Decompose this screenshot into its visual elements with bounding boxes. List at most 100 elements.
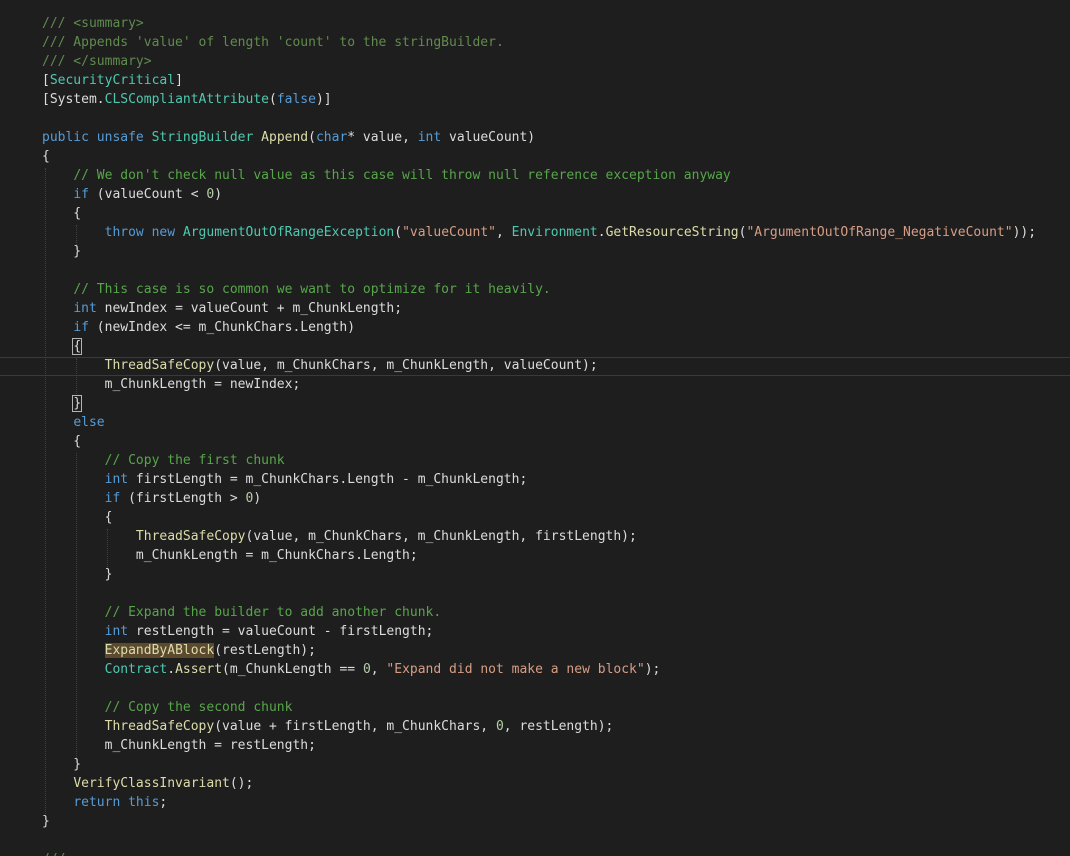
code-text: ]: [175, 73, 183, 88]
code-text: firstLength = m_ChunkChars.Length - m_Ch…: [128, 472, 528, 487]
code-line[interactable]: ExpandByABlock(restLength);: [42, 641, 1062, 660]
code-line[interactable]: if (firstLength > 0): [42, 489, 1062, 508]
code-line[interactable]: int firstLength = m_ChunkChars.Length - …: [42, 470, 1062, 489]
code-line[interactable]: ThreadSafeCopy(value, m_ChunkChars, m_Ch…: [42, 527, 1062, 546]
code-method-name: VerifyClassInvariant: [73, 776, 230, 791]
code-string: "Expand did not make a new block": [386, 662, 645, 677]
code-text: m_ChunkLength = newIndex;: [42, 377, 301, 392]
code-line[interactable]: if (valueCount < 0): [42, 185, 1062, 204]
code-line[interactable]: m_ChunkLength = newIndex;: [42, 375, 1062, 394]
code-line[interactable]: [SecurityCritical]: [42, 71, 1062, 90]
code-line[interactable]: throw new ArgumentOutOfRangeException("v…: [42, 223, 1062, 242]
highlighted-reference: ExpandByABlock: [104, 643, 215, 658]
code-text: );: [644, 662, 661, 677]
code-number: 0: [495, 719, 504, 734]
code-line[interactable]: // Copy the second chunk: [42, 698, 1062, 717]
code-keyword: this: [128, 795, 160, 810]
code-line[interactable]: {: [42, 337, 1062, 356]
code-line[interactable]: }: [42, 242, 1062, 261]
code-text: ();: [229, 776, 254, 791]
code-text: .: [597, 225, 606, 240]
code-method-name: Append: [261, 130, 309, 145]
code-line[interactable]: [System.CLSCompliantAttribute(false)]: [42, 90, 1062, 109]
code-line[interactable]: ThreadSafeCopy(value + firstLength, m_Ch…: [42, 717, 1062, 736]
code-line[interactable]: [42, 261, 1062, 280]
code-keyword: int: [73, 301, 97, 316]
code-line[interactable]: // We don't check null value as this cas…: [42, 166, 1062, 185]
code-doc-comment: /// </summary>: [42, 54, 152, 69]
code-line[interactable]: ///: [42, 850, 1062, 856]
code-line[interactable]: int restLength = valueCount - firstLengt…: [42, 622, 1062, 641]
code-line[interactable]: }: [42, 755, 1062, 774]
code-line[interactable]: ThreadSafeCopy(value, m_ChunkChars, m_Ch…: [42, 356, 1062, 375]
code-text: (value, m_ChunkChars, m_ChunkLength, fir…: [245, 529, 637, 544]
code-text: (restLength);: [214, 643, 316, 658]
code-text: (: [394, 225, 403, 240]
code-method-name: Assert: [175, 662, 223, 677]
code-line[interactable]: return this;: [42, 793, 1062, 812]
code-text: )]: [315, 92, 332, 107]
code-line[interactable]: m_ChunkLength = restLength;: [42, 736, 1062, 755]
code-text: ;: [159, 795, 168, 810]
code-text: (m_ChunkLength ==: [222, 662, 363, 677]
code-type-name: Environment: [511, 225, 598, 240]
code-line[interactable]: /// Appends 'value' of length 'count' to…: [42, 33, 1062, 52]
code-text: ): [214, 187, 223, 202]
code-line[interactable]: // Expand the builder to add another chu…: [42, 603, 1062, 622]
code-keyword: int: [104, 472, 129, 487]
code-keyword: int: [417, 130, 442, 145]
code-text: {: [42, 510, 113, 525]
code-line[interactable]: }: [42, 565, 1062, 584]
code-line[interactable]: public unsafe StringBuilder Append(char*…: [42, 128, 1062, 147]
code-keyword: return: [73, 795, 121, 810]
code-line[interactable]: int newIndex = valueCount + m_ChunkLengt…: [42, 299, 1062, 318]
code-text: restLength = valueCount - firstLength;: [128, 624, 434, 639]
code-line[interactable]: {: [42, 204, 1062, 223]
code-line[interactable]: VerifyClassInvariant();: [42, 774, 1062, 793]
code-line[interactable]: [42, 831, 1062, 850]
code-line[interactable]: [42, 109, 1062, 128]
code-text: .: [96, 92, 105, 107]
code-line[interactable]: // This case is so common we want to opt…: [42, 280, 1062, 299]
code-line[interactable]: {: [42, 508, 1062, 527]
code-line[interactable]: Contract.Assert(m_ChunkLength == 0, "Exp…: [42, 660, 1062, 679]
code-text: .: [167, 662, 176, 677]
code-line[interactable]: /// <summary>: [42, 14, 1062, 33]
code-line[interactable]: }: [42, 394, 1062, 413]
code-editor[interactable]: /// <summary> /// Appends 'value' of leng…: [0, 0, 1070, 856]
code-text: (value, m_ChunkChars, m_ChunkLength, val…: [214, 358, 598, 373]
code-text: newIndex = valueCount + m_ChunkLength;: [96, 301, 403, 316]
code-text: (newIndex <= m_ChunkChars.Length): [88, 320, 356, 335]
code-line[interactable]: m_ChunkLength = m_ChunkChars.Length;: [42, 546, 1062, 565]
code-text: m_ChunkLength = restLength;: [42, 738, 316, 753]
code-line[interactable]: [42, 679, 1062, 698]
code-text: valueCount): [441, 130, 536, 145]
code-text: (: [269, 92, 277, 107]
code-doc-comment: ///: [42, 852, 65, 856]
code-line[interactable]: {: [42, 147, 1062, 166]
code-method-name: ThreadSafeCopy: [104, 719, 215, 734]
code-type-name: StringBuilder: [151, 130, 254, 145]
code-line[interactable]: else: [42, 413, 1062, 432]
code-line[interactable]: if (newIndex <= m_ChunkChars.Length): [42, 318, 1062, 337]
code-method-name: ThreadSafeCopy: [104, 358, 215, 373]
matched-brace: }: [72, 395, 83, 412]
code-text: , restLength);: [503, 719, 614, 734]
code-keyword: if: [104, 491, 121, 506]
code-line[interactable]: /// </summary>: [42, 52, 1062, 71]
code-text: (firstLength >: [120, 491, 246, 506]
code-line[interactable]: [42, 584, 1062, 603]
code-line[interactable]: {: [42, 432, 1062, 451]
code-line[interactable]: // Copy the first chunk: [42, 451, 1062, 470]
code-line[interactable]: }: [42, 812, 1062, 831]
